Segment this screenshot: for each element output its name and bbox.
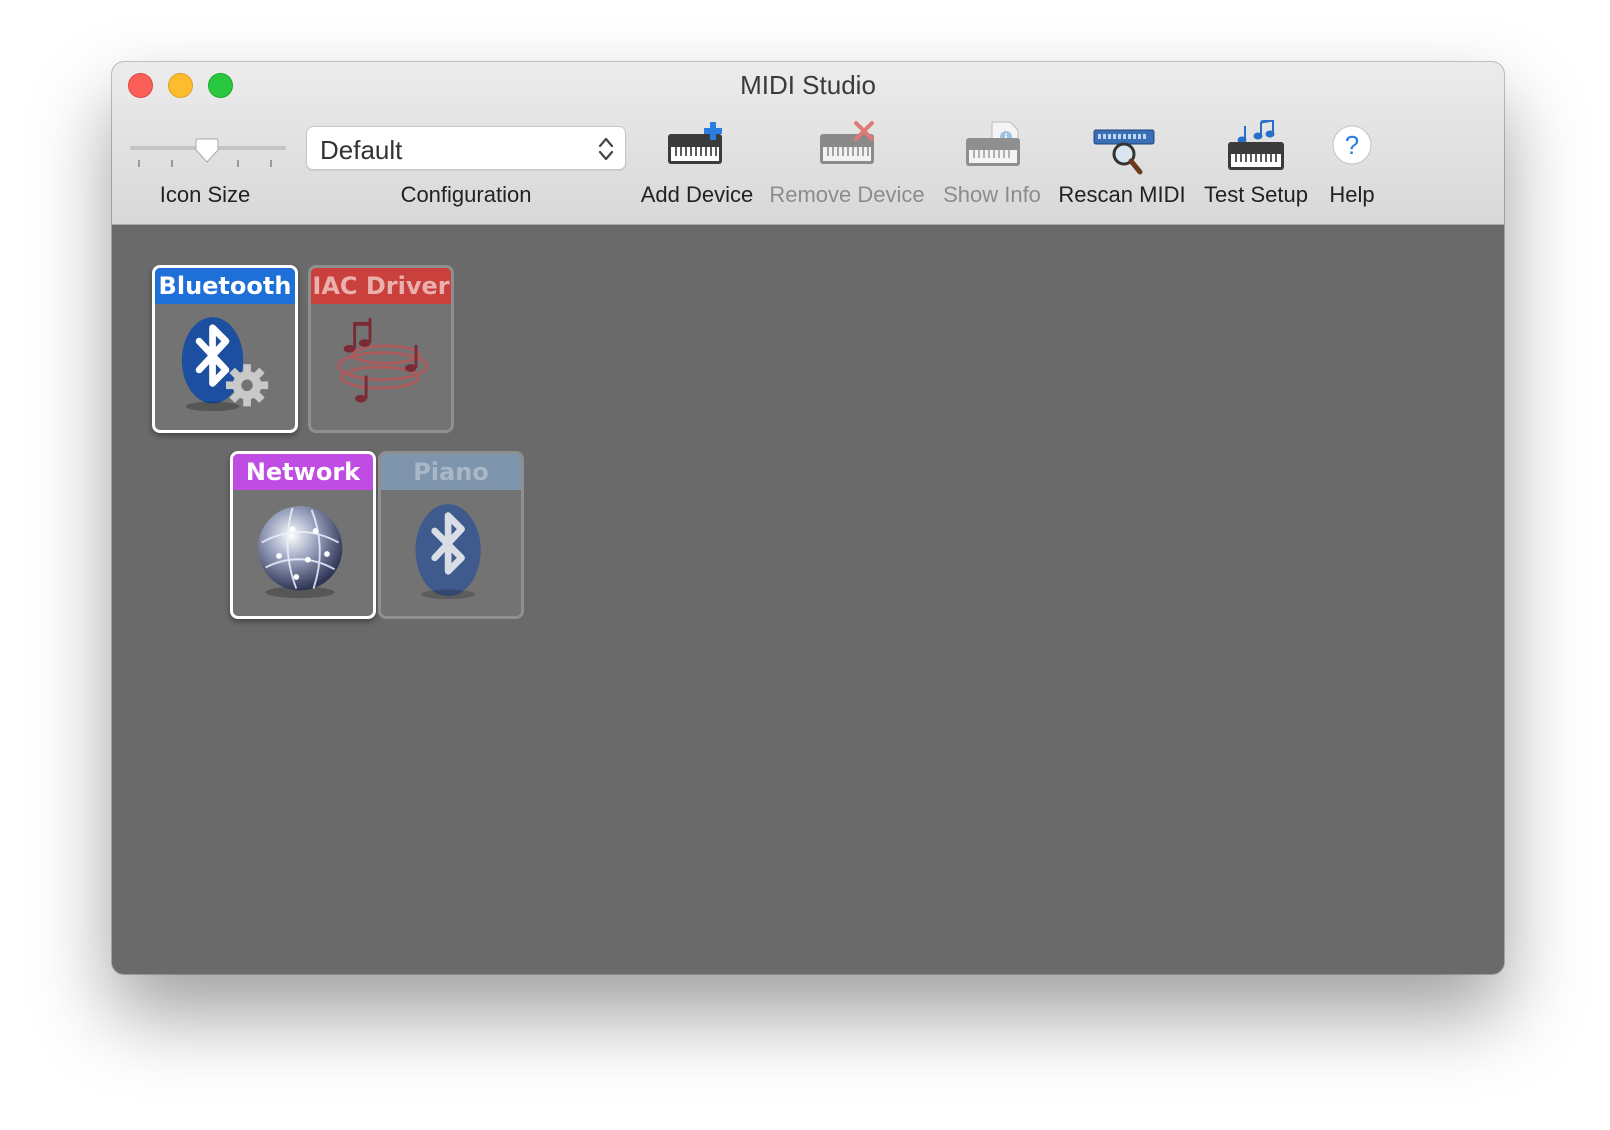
slider-tick: [270, 160, 272, 167]
device-label: Bluetooth: [155, 268, 295, 304]
rescan-midi-icon: [1093, 129, 1155, 175]
bluetooth-settings-icon: [181, 317, 269, 412]
device-label: Network: [233, 454, 373, 490]
device-bluetooth[interactable]: Bluetooth: [152, 265, 298, 433]
configuration-label: Configuration: [400, 182, 532, 207]
rescan-midi-label: Rescan MIDI: [1058, 182, 1186, 207]
remove-device-label: Remove Device: [769, 182, 925, 207]
add-device-label: Add Device: [640, 182, 754, 207]
device-label: IAC Driver: [311, 268, 451, 304]
midi-studio-window: MIDI Studio Icon Size Default Configurat…: [112, 62, 1504, 974]
show-info-label: Show Info: [943, 182, 1041, 207]
remove-device-icon: [820, 121, 874, 164]
show-info-icon: i: [966, 121, 1020, 166]
test-setup-label: Test Setup: [1204, 182, 1308, 207]
midi-notes-icon: [337, 318, 429, 403]
device-iac-driver[interactable]: IAC Driver: [308, 265, 454, 433]
slider-tick: [171, 160, 173, 167]
device-canvas[interactable]: Bluetooth IAC Driver Network Piano: [112, 225, 1504, 974]
slider-tick: [138, 160, 140, 167]
device-label: Piano: [381, 454, 521, 490]
network-globe-icon: [257, 506, 343, 599]
device-network[interactable]: Network: [230, 451, 376, 619]
toolbar: MIDI Studio Icon Size Default Configurat…: [112, 62, 1504, 225]
configuration-value: Default: [320, 135, 403, 165]
bluetooth-icon: [415, 504, 481, 600]
slider-knob[interactable]: [194, 138, 220, 164]
configuration-select[interactable]: Default: [306, 126, 626, 170]
device-piano[interactable]: Piano: [378, 451, 524, 619]
svg-text:?: ?: [1345, 130, 1359, 160]
test-setup-icon: [1228, 120, 1284, 170]
add-device-icon: [668, 122, 722, 164]
chevron-up-down-icon: [598, 137, 614, 161]
help-label: Help: [1329, 182, 1375, 207]
slider-tick: [237, 160, 239, 167]
help-icon: ?: [1332, 125, 1372, 165]
window-title: MIDI Studio: [740, 70, 876, 100]
icon-size-label: Icon Size: [159, 182, 251, 207]
